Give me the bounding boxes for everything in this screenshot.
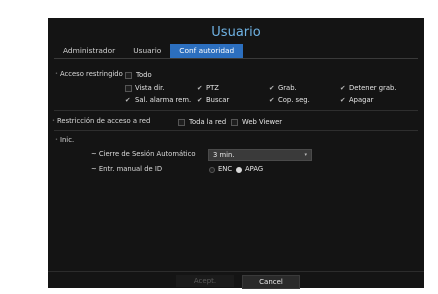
checkbox-apagar-label: Apagar <box>349 96 374 104</box>
check-icon[interactable]: ✔ <box>197 84 202 93</box>
radio-apag[interactable] <box>236 167 242 173</box>
section-divider <box>54 110 418 111</box>
button-bar-divider <box>48 271 424 272</box>
auto-logout-value: 3 min. <box>213 151 235 159</box>
bullet-icon: • <box>52 118 55 124</box>
tab-conf-autoridad[interactable]: Conf autoridad <box>170 44 244 58</box>
restricted-access-label: Acceso restringido <box>60 70 123 78</box>
checkbox-detener-grab-label: Detener grab. <box>349 84 397 92</box>
chevron-down-icon: ▾ <box>304 152 307 158</box>
check-icon[interactable]: ✔ <box>340 96 345 105</box>
bullet-icon: • <box>55 71 58 77</box>
checkbox-vista-dir[interactable] <box>125 85 132 92</box>
init-label: Inic. <box>60 136 75 144</box>
checkbox-web-viewer[interactable] <box>231 119 238 126</box>
check-icon[interactable]: ✔ <box>340 84 345 93</box>
manual-id-label: ~ Entr. manual de ID <box>91 165 163 173</box>
check-icon[interactable]: ✔ <box>197 96 202 105</box>
checkbox-sal-alarma-label: Sal. alarma rem. <box>135 96 192 104</box>
radio-enc-label: ENC <box>218 165 233 173</box>
tab-administrador[interactable]: Administrador <box>54 44 124 58</box>
checkbox-grab-label: Grab. <box>278 84 297 92</box>
accept-button[interactable]: Acept. <box>176 275 234 287</box>
checkbox-all[interactable] <box>125 72 132 79</box>
checkbox-vista-dir-label: Vista dir. <box>135 84 165 92</box>
section-divider <box>54 130 418 131</box>
check-icon[interactable]: ✔ <box>269 96 274 105</box>
checkbox-buscar-label: Buscar <box>206 96 230 104</box>
dialog-title: Usuario <box>211 25 261 40</box>
radio-enc[interactable] <box>209 167 215 173</box>
tab-usuario[interactable]: Usuario <box>124 44 170 58</box>
checkbox-ptz-label: PTZ <box>206 84 219 92</box>
bullet-icon: • <box>55 137 58 143</box>
checkbox-web-viewer-label: Web Viewer <box>242 118 283 126</box>
tab-divider <box>54 58 418 59</box>
radio-apag-label: APAG <box>245 165 264 173</box>
checkbox-toda-la-red[interactable] <box>178 119 185 126</box>
check-icon[interactable]: ✔ <box>269 84 274 93</box>
checkbox-toda-la-red-label: Toda la red <box>189 118 227 126</box>
checkbox-cop-seg-label: Cop. seg. <box>278 96 310 104</box>
network-restriction-label: Restricción de acceso a red <box>57 117 151 125</box>
checkbox-all-label: Todo <box>136 71 152 79</box>
auto-logout-select[interactable]: 3 min. ▾ <box>208 149 312 161</box>
user-dialog: Usuario Administrador Usuario Conf autor… <box>48 18 424 289</box>
cancel-button[interactable]: Cancel <box>242 275 300 289</box>
auto-logout-label: ~ Cierre de Sesión Automático <box>91 150 196 158</box>
check-icon[interactable]: ✔ <box>125 96 130 105</box>
tab-bar: Administrador Usuario Conf autoridad <box>54 44 244 58</box>
